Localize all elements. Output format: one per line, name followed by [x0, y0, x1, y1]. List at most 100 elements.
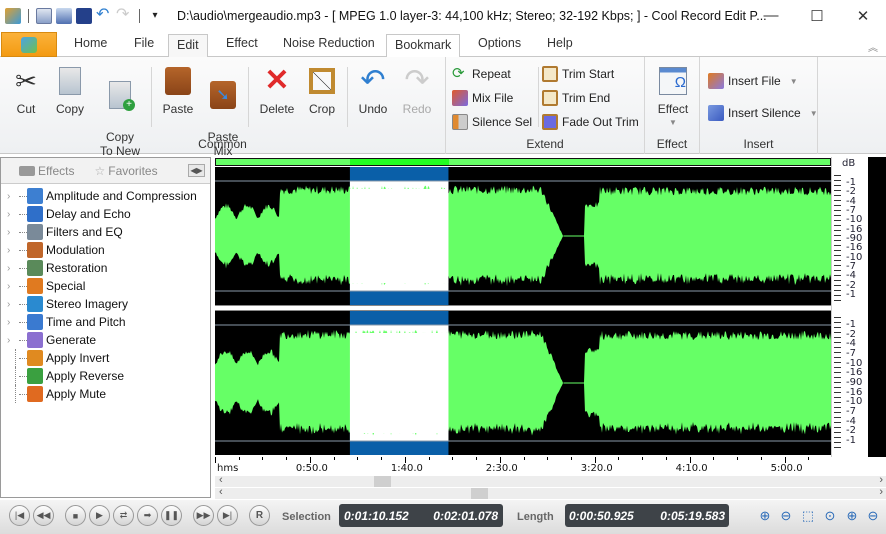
play-selection-button[interactable]: ➡: [137, 505, 158, 526]
tab-edit[interactable]: Edit: [168, 34, 208, 58]
zoom-out-vertical-button[interactable]: ⊖: [864, 507, 882, 525]
loop-button[interactable]: ⇄: [113, 505, 134, 526]
scroll-left-icon[interactable]: ‹: [219, 486, 223, 498]
tab-effects[interactable]: Effects: [19, 164, 74, 178]
zoom-out-button[interactable]: ⊖: [777, 507, 795, 525]
timeline-tick: [523, 457, 525, 460]
fast-forward-button[interactable]: ▶▶: [193, 505, 214, 526]
waveform-channel-right[interactable]: [215, 311, 831, 455]
scrollbar-thumb[interactable]: [374, 476, 392, 487]
collapse-ribbon-icon[interactable]: ︽: [868, 39, 878, 54]
tree-item[interactable]: › Amplitude and Compression: [1, 187, 210, 205]
channel-divider: [215, 305, 831, 311]
skip-end-button[interactable]: ▶|: [217, 505, 238, 526]
tree-item[interactable]: › Generate: [1, 331, 210, 349]
undo-button[interactable]: ↶ Undo: [354, 65, 392, 117]
tab-noise-reduction[interactable]: Noise Reduction: [283, 36, 375, 50]
overview-selection[interactable]: [350, 159, 449, 165]
tab-home[interactable]: Home: [74, 36, 107, 50]
tree-item[interactable]: › Modulation: [1, 241, 210, 259]
application-menu-button[interactable]: [1, 32, 57, 57]
zoom-scrollbar[interactable]: ‹ ›: [215, 486, 886, 499]
tab-scroll-buttons[interactable]: ◀▶: [188, 164, 205, 177]
maximize-button[interactable]: ☐: [794, 0, 840, 31]
zoom-in-vertical-button[interactable]: ⊕: [843, 507, 861, 525]
zoom-selection-button[interactable]: ⬚: [799, 507, 817, 525]
tab-bookmark[interactable]: Bookmark: [386, 34, 461, 58]
paste-button[interactable]: Paste: [158, 65, 198, 116]
db-tick: [834, 240, 841, 241]
overview-bar[interactable]: [215, 158, 831, 166]
redo-icon[interactable]: ↷: [116, 6, 132, 24]
tab-help[interactable]: Help: [547, 36, 573, 50]
tab-file[interactable]: File: [134, 36, 154, 50]
tab-options[interactable]: Options: [478, 36, 521, 50]
expand-arrow-icon[interactable]: ›: [7, 263, 19, 274]
crop-button[interactable]: Crop: [303, 65, 341, 116]
tab-favorites[interactable]: ☆ Favorites: [94, 164, 157, 178]
scrollbar-thumb[interactable]: [470, 488, 488, 499]
repeat-button[interactable]: ⟳ Repeat: [452, 66, 511, 82]
expand-arrow-icon[interactable]: ›: [7, 227, 19, 238]
expand-arrow-icon[interactable]: ›: [7, 317, 19, 328]
tree-item[interactable]: Apply Invert: [1, 349, 210, 367]
open-icon[interactable]: [56, 7, 72, 24]
record-button[interactable]: R: [249, 505, 270, 526]
tree-item[interactable]: › Stereo Imagery: [1, 295, 210, 313]
skip-start-button[interactable]: |◀: [9, 505, 30, 526]
copy-button[interactable]: Copy: [50, 65, 90, 116]
undo-icon[interactable]: ↶: [96, 6, 112, 24]
zoom-all-button[interactable]: ⊙: [821, 507, 839, 525]
expand-arrow-icon[interactable]: ›: [7, 299, 19, 310]
tree-item[interactable]: Apply Mute: [1, 385, 210, 403]
waveform-channel-left[interactable]: [215, 167, 831, 305]
horizontal-scrollbar[interactable]: ‹ ›: [215, 474, 886, 487]
db-label: dB: [842, 158, 856, 169]
expand-arrow-icon[interactable]: ›: [7, 245, 19, 256]
save-icon[interactable]: [76, 7, 92, 24]
delete-button[interactable]: ✕ Delete: [256, 65, 298, 117]
insert-silence-button[interactable]: Insert Silence ▼: [708, 105, 818, 121]
mix-file-button[interactable]: Mix File: [452, 90, 513, 106]
trim-end-label: Trim End: [562, 91, 611, 105]
tree-item[interactable]: Apply Reverse: [1, 367, 210, 385]
redo-button[interactable]: ↷ Redo: [398, 65, 436, 117]
tree-item[interactable]: › Time and Pitch: [1, 313, 210, 331]
db-tick: [834, 235, 841, 236]
close-button[interactable]: ✕: [840, 0, 886, 31]
rewind-button[interactable]: ◀◀: [33, 505, 54, 526]
expand-arrow-icon[interactable]: ›: [7, 281, 19, 292]
tree-item[interactable]: › Delay and Echo: [1, 205, 210, 223]
insert-file-button[interactable]: Insert File ▼: [708, 73, 798, 89]
trim-start-button[interactable]: Trim Start: [542, 66, 614, 82]
scroll-right-icon[interactable]: ›: [879, 486, 883, 498]
silence-sel-button[interactable]: Silence Sel: [452, 114, 532, 130]
new-icon[interactable]: [36, 7, 52, 24]
app-icon[interactable]: [5, 7, 21, 24]
expand-arrow-icon[interactable]: ›: [7, 335, 19, 346]
pause-button[interactable]: ❚❚: [161, 505, 182, 526]
trim-end-button[interactable]: Trim End: [542, 90, 610, 106]
stop-button[interactable]: ■: [65, 505, 86, 526]
scroll-right-icon[interactable]: ›: [879, 474, 883, 486]
effect-button[interactable]: Ω Effect ▼: [653, 65, 693, 130]
waveform-right[interactable]: [215, 311, 831, 455]
zoom-in-icon: ⊕: [759, 508, 771, 523]
tab-effect[interactable]: Effect: [226, 36, 258, 50]
customize-icon[interactable]: ▾: [147, 8, 163, 24]
zoom-in-button[interactable]: ⊕: [756, 507, 774, 525]
minimize-button[interactable]: —: [748, 0, 794, 31]
special-icon: [27, 278, 43, 294]
expand-arrow-icon[interactable]: ›: [7, 209, 19, 220]
waveform-left[interactable]: [215, 167, 831, 305]
tree-item[interactable]: › Restoration: [1, 259, 210, 277]
tree-item[interactable]: › Filters and EQ: [1, 223, 210, 241]
tree-item[interactable]: › Special: [1, 277, 210, 295]
amplitude-and-compression-icon: [27, 188, 43, 204]
scroll-left-icon[interactable]: ‹: [219, 474, 223, 486]
expand-arrow-icon[interactable]: ›: [7, 191, 19, 202]
play-button[interactable]: ▶: [89, 505, 110, 526]
timeline-ruler[interactable]: hms 0:50.0 1:40.0 2:30.0 3:20.0 4:10.0 5:00.0: [215, 457, 835, 476]
cut-button[interactable]: ✂ Cut: [8, 65, 44, 116]
fade-out-trim-button[interactable]: Fade Out Trim: [542, 114, 639, 130]
